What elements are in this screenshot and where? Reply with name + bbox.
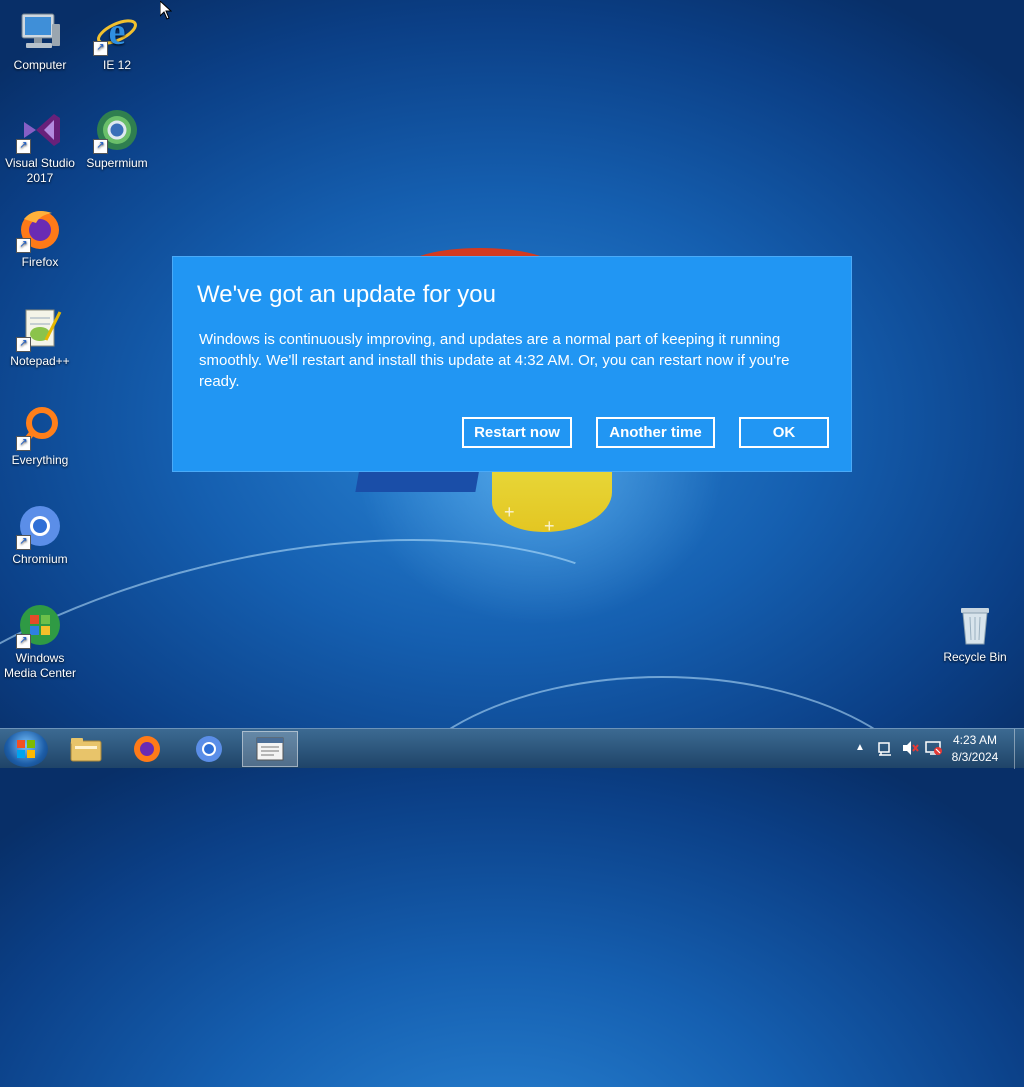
shortcut-arrow-icon: ↗: [16, 238, 31, 253]
clock-time: 4:23 AM: [952, 733, 998, 747]
chromium-icon: ↗: [16, 502, 64, 550]
firefox-icon: ↗: [16, 205, 64, 253]
desktop-icon-recycle-bin[interactable]: Recycle Bin: [935, 600, 1015, 665]
windows-logo-icon: [17, 740, 35, 758]
wallpaper-sparkle: +: [544, 516, 555, 536]
taskbar-firefox-button[interactable]: [119, 731, 175, 767]
wallpaper-swoosh: [380, 676, 944, 980]
firefox-icon: [134, 736, 160, 762]
file-explorer-icon: [70, 738, 102, 762]
volume-muted-icon[interactable]: [901, 740, 919, 756]
network-disconnected-icon[interactable]: [925, 740, 943, 756]
ok-button[interactable]: OK: [739, 417, 829, 448]
supermium-icon: ↗: [93, 106, 141, 154]
visual-studio-icon: ↗: [16, 106, 64, 154]
dialog-title: We've got an update for you: [197, 281, 497, 308]
desktop-icon-windows-media-center[interactable]: ↗ Windows Media Center: [0, 601, 80, 681]
desktop-icon-chromium[interactable]: ↗ Chromium: [0, 502, 80, 567]
system-clock[interactable]: 4:23 AM 8/3/2024: [942, 732, 1008, 766]
restart-now-button[interactable]: Restart now: [462, 417, 572, 448]
desktop-icon-everything[interactable]: ↗ Everything: [0, 403, 80, 468]
desktop-icon-ie[interactable]: e ↗ IE 12: [77, 8, 157, 73]
computer-icon: [16, 8, 64, 56]
taskbar-active-window-button[interactable]: [242, 731, 298, 767]
update-dialog: We've got an update for you Windows is c…: [172, 256, 852, 472]
action-center-flag-icon[interactable]: [877, 740, 893, 756]
shortcut-arrow-icon: ↗: [16, 337, 31, 352]
show-hidden-icons-chevron-icon[interactable]: ▲: [855, 742, 865, 753]
taskbar-chromium-button[interactable]: [181, 731, 237, 767]
windows-media-center-icon: ↗: [16, 601, 64, 649]
shortcut-arrow-icon: ↗: [16, 634, 31, 649]
notepadpp-icon: ↗: [16, 304, 64, 352]
notepad-window-icon: [256, 737, 284, 761]
everything-icon: ↗: [16, 403, 64, 451]
desktop-icon-supermium[interactable]: ↗ Supermium: [77, 106, 157, 171]
internet-explorer-icon: e ↗: [93, 8, 141, 56]
desktop-icon-notepadpp[interactable]: ↗ Notepad++: [0, 304, 80, 369]
shortcut-arrow-icon: ↗: [93, 41, 108, 56]
svg-text:e: e: [109, 11, 126, 53]
dialog-message: Windows is continuously improving, and u…: [199, 331, 790, 390]
taskbar-file-explorer-button[interactable]: [58, 731, 114, 767]
another-time-button[interactable]: Another time: [596, 417, 715, 448]
shortcut-arrow-icon: ↗: [16, 139, 31, 154]
mouse-cursor-icon: [160, 1, 172, 20]
shortcut-arrow-icon: ↗: [16, 436, 31, 451]
shortcut-arrow-icon: ↗: [16, 535, 31, 550]
desktop-icon-computer[interactable]: Computer: [0, 8, 80, 73]
show-desktop-button[interactable]: [1014, 729, 1024, 769]
desktop-icon-firefox[interactable]: ↗ Firefox: [0, 205, 80, 270]
wallpaper-sparkle: +: [504, 502, 515, 522]
clock-date: 8/3/2024: [951, 750, 999, 764]
taskbar: ▲ 4:23 AM 8/3/2024: [0, 728, 1024, 769]
chromium-icon: [196, 736, 222, 762]
desktop-icon-visual-studio[interactable]: ↗ Visual Studio 2017: [0, 106, 80, 186]
start-button[interactable]: [4, 731, 48, 767]
shortcut-arrow-icon: ↗: [93, 139, 108, 154]
recycle-bin-icon: [951, 600, 999, 648]
